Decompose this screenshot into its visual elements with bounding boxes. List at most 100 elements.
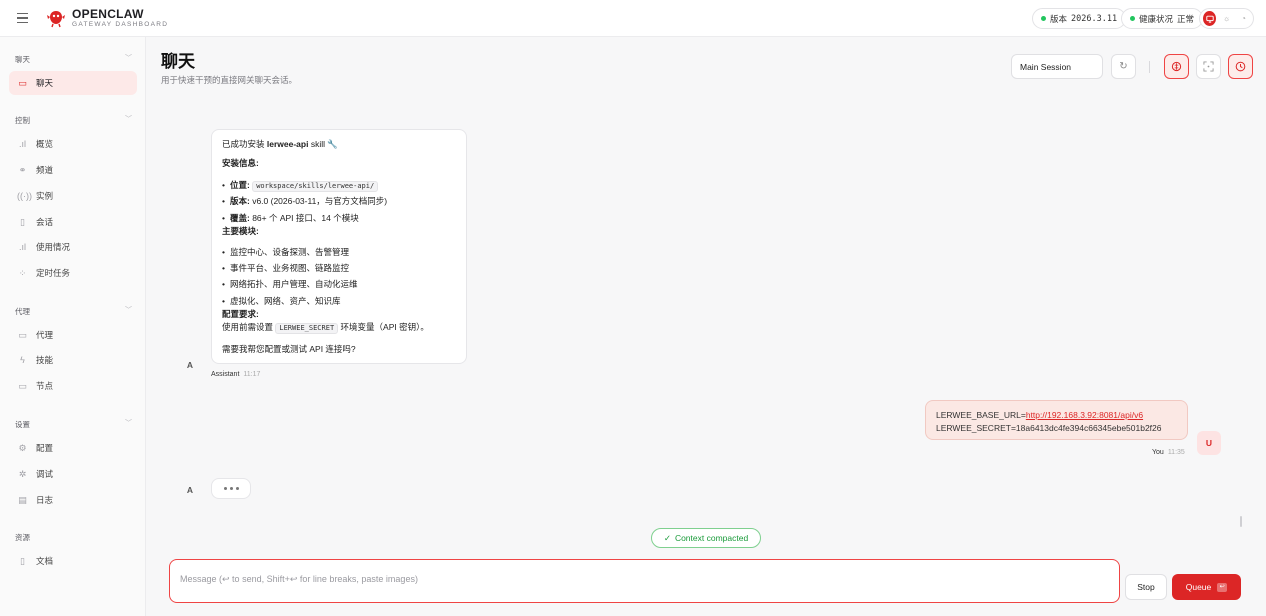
moon-icon[interactable]: ◔ [1237, 11, 1250, 26]
user-avatar: U [1197, 431, 1221, 455]
message-line: 已成功安装 lerwee-api skill 🔧 [222, 139, 338, 149]
message-composer [169, 559, 1120, 603]
chat-icon: ▭ [18, 77, 27, 88]
clock-icon[interactable] [1228, 54, 1253, 79]
sidebar-item-label: 配置 [36, 443, 54, 453]
sidebar-group-resources: 资源 [15, 533, 30, 542]
sidebar-item-sessions[interactable]: ▯ 会话 [9, 210, 137, 234]
sidebar-item-channels[interactable]: ⚭ 频道 [9, 158, 137, 182]
sidebar-item-skills[interactable]: ϟ 技能 [9, 348, 137, 372]
sidebar-item-label: 日志 [36, 495, 54, 505]
sidebar-group-agent[interactable]: 代理 [15, 306, 30, 317]
message-bullet: 覆盖: 86+ 个 API 接口、14 个模块 [222, 214, 359, 223]
queue-button[interactable]: Queue ↩ [1172, 574, 1241, 600]
keyboard-shortcut-icon: ↩ [1217, 582, 1228, 592]
sidebar-group-chat[interactable]: 聊天 [15, 54, 30, 65]
sidebar-item-agents[interactable]: ▭ 代理 [9, 323, 137, 347]
message-line: 需要我帮您配置或测试 API 连接吗? [222, 344, 356, 354]
sidebar-item-chat[interactable]: ▭ 聊天 [9, 71, 137, 95]
hamburger-menu-icon[interactable] [12, 7, 34, 29]
refresh-icon[interactable]: ↻ [1111, 54, 1136, 79]
page-subtitle: 用于快速干预的直接网关聊天会话。 [161, 75, 298, 85]
assistant-avatar: A [186, 485, 194, 495]
monitor-icon: ▭ [18, 380, 27, 391]
link-icon: ⚭ [18, 164, 27, 175]
chevron-up-icon[interactable]: ﹀ [125, 114, 132, 124]
message-heading: 安装信息: [222, 158, 259, 168]
sidebar-item-label: 使用情况 [36, 242, 71, 252]
message-input[interactable] [180, 574, 1109, 588]
sidebar-item-label: 文档 [36, 556, 54, 566]
check-icon: ✓ [663, 532, 671, 543]
openclaw-logo [46, 8, 66, 28]
message-bullet: 监控中心、设备探测、告警管理 [222, 248, 349, 257]
stop-button[interactable]: Stop [1125, 574, 1167, 600]
brand-title: OPENCLAW [72, 6, 144, 21]
chevron-up-icon[interactable]: ﹀ [125, 305, 132, 315]
session-select[interactable]: Main Session [1011, 54, 1103, 79]
message-bullet: 网络拓扑、用户管理、自动化运维 [222, 280, 358, 289]
sidebar-item-label: 调试 [36, 469, 54, 479]
assistant-message-bubble: 已成功安装 lerwee-api skill 🔧 安装信息: 位置: works… [211, 129, 467, 364]
sidebar-item-label: 频道 [36, 165, 54, 175]
sidebar-item-cron[interactable]: ⁘ 定时任务 [9, 261, 137, 285]
focus-icon[interactable] [1196, 54, 1221, 79]
sidebar-item-label: 定时任务 [36, 268, 71, 278]
message-bullet: 位置: workspace/skills/lerwee-api/ [222, 181, 379, 192]
assistant-avatar: A [186, 360, 194, 370]
timestamp: 11:35 [1167, 449, 1185, 456]
version-badge: 版本 2026.3.11 [1032, 8, 1127, 29]
sidebar-item-logs[interactable]: ▤ 日志 [9, 488, 137, 512]
version-value: 2026.3.11 [1071, 13, 1118, 24]
chevron-up-icon[interactable]: ﹀ [125, 418, 132, 428]
sidebar-item-debug[interactable]: ✲ 调试 [9, 462, 137, 486]
sidebar-item-label: 会话 [36, 217, 54, 227]
sidebar-group-control[interactable]: 控制 [15, 115, 30, 126]
context-compacted-label: Context compacted [674, 533, 749, 543]
message-heading: 配置要求: [222, 309, 259, 319]
monitor-icon[interactable] [1203, 11, 1216, 26]
status-dot [1041, 16, 1046, 21]
status-dot [1130, 16, 1135, 21]
log-icon: ▤ [18, 494, 27, 505]
message-bullet: 事件平台、业务视图、链路监控 [222, 264, 349, 273]
sidebar-item-instances[interactable]: ((·)) 实例 [9, 184, 137, 208]
sender-name: You [1152, 449, 1164, 456]
typing-indicator [211, 478, 251, 499]
bug-icon: ✲ [18, 468, 27, 479]
brain-icon[interactable] [1164, 54, 1189, 79]
zap-icon: ϟ [20, 355, 25, 365]
sidebar-item-config[interactable]: ⚙ 配置 [9, 436, 137, 460]
book-icon: ▯ [20, 555, 25, 566]
sidebar-item-docs[interactable]: ▯ 文档 [9, 549, 137, 573]
theme-switcher: ☼ ◔ [1199, 8, 1254, 29]
sidebar-item-nodes[interactable]: ▭ 节点 [9, 374, 137, 398]
timestamp: 11:17 [243, 371, 261, 378]
sidebar-item-label: 实例 [36, 191, 54, 201]
message-bullet: 版本: v6.0 (2026-03-11，与官方文档同步) [222, 197, 387, 206]
user-message-bubble: LERWEE_BASE_URL=http://192.168.3.92:8081… [925, 400, 1188, 440]
health-value: 正常 [1177, 13, 1195, 24]
bar-chart-icon: .ıl [18, 139, 26, 149]
message-bullet: 虚拟化、网络、资产、知识库 [222, 297, 341, 306]
sun-icon[interactable]: ☼ [1220, 11, 1233, 26]
message-meta: Assistant 11:17 [211, 371, 260, 378]
sidebar-item-label: 技能 [36, 355, 54, 365]
version-label: 版本 [1050, 13, 1068, 24]
gear-icon: ⚙ [18, 442, 27, 453]
radio-icon: ((·)) [17, 191, 32, 201]
page-title: 聊天 [161, 52, 195, 71]
sidebar-item-label: 节点 [36, 381, 54, 391]
sidebar-item-overview[interactable]: .ıl 概览 [9, 132, 137, 156]
chevron-up-icon[interactable]: ﹀ [125, 53, 132, 63]
url-link[interactable]: http://192.168.3.92:8081/api/v6 [1026, 410, 1143, 420]
folder-icon: ▭ [18, 329, 27, 340]
health-badge: 健康状况 正常 [1121, 8, 1204, 29]
scrollbar[interactable] [1240, 516, 1242, 527]
loader-icon: ⁘ [18, 267, 27, 278]
sidebar-item-label: 代理 [36, 330, 54, 340]
sidebar-item-usage[interactable]: .ıl 使用情况 [9, 235, 137, 259]
sidebar-group-settings[interactable]: 设置 [15, 419, 30, 430]
message-heading: 主要模块: [222, 226, 259, 236]
divider [1149, 61, 1150, 73]
